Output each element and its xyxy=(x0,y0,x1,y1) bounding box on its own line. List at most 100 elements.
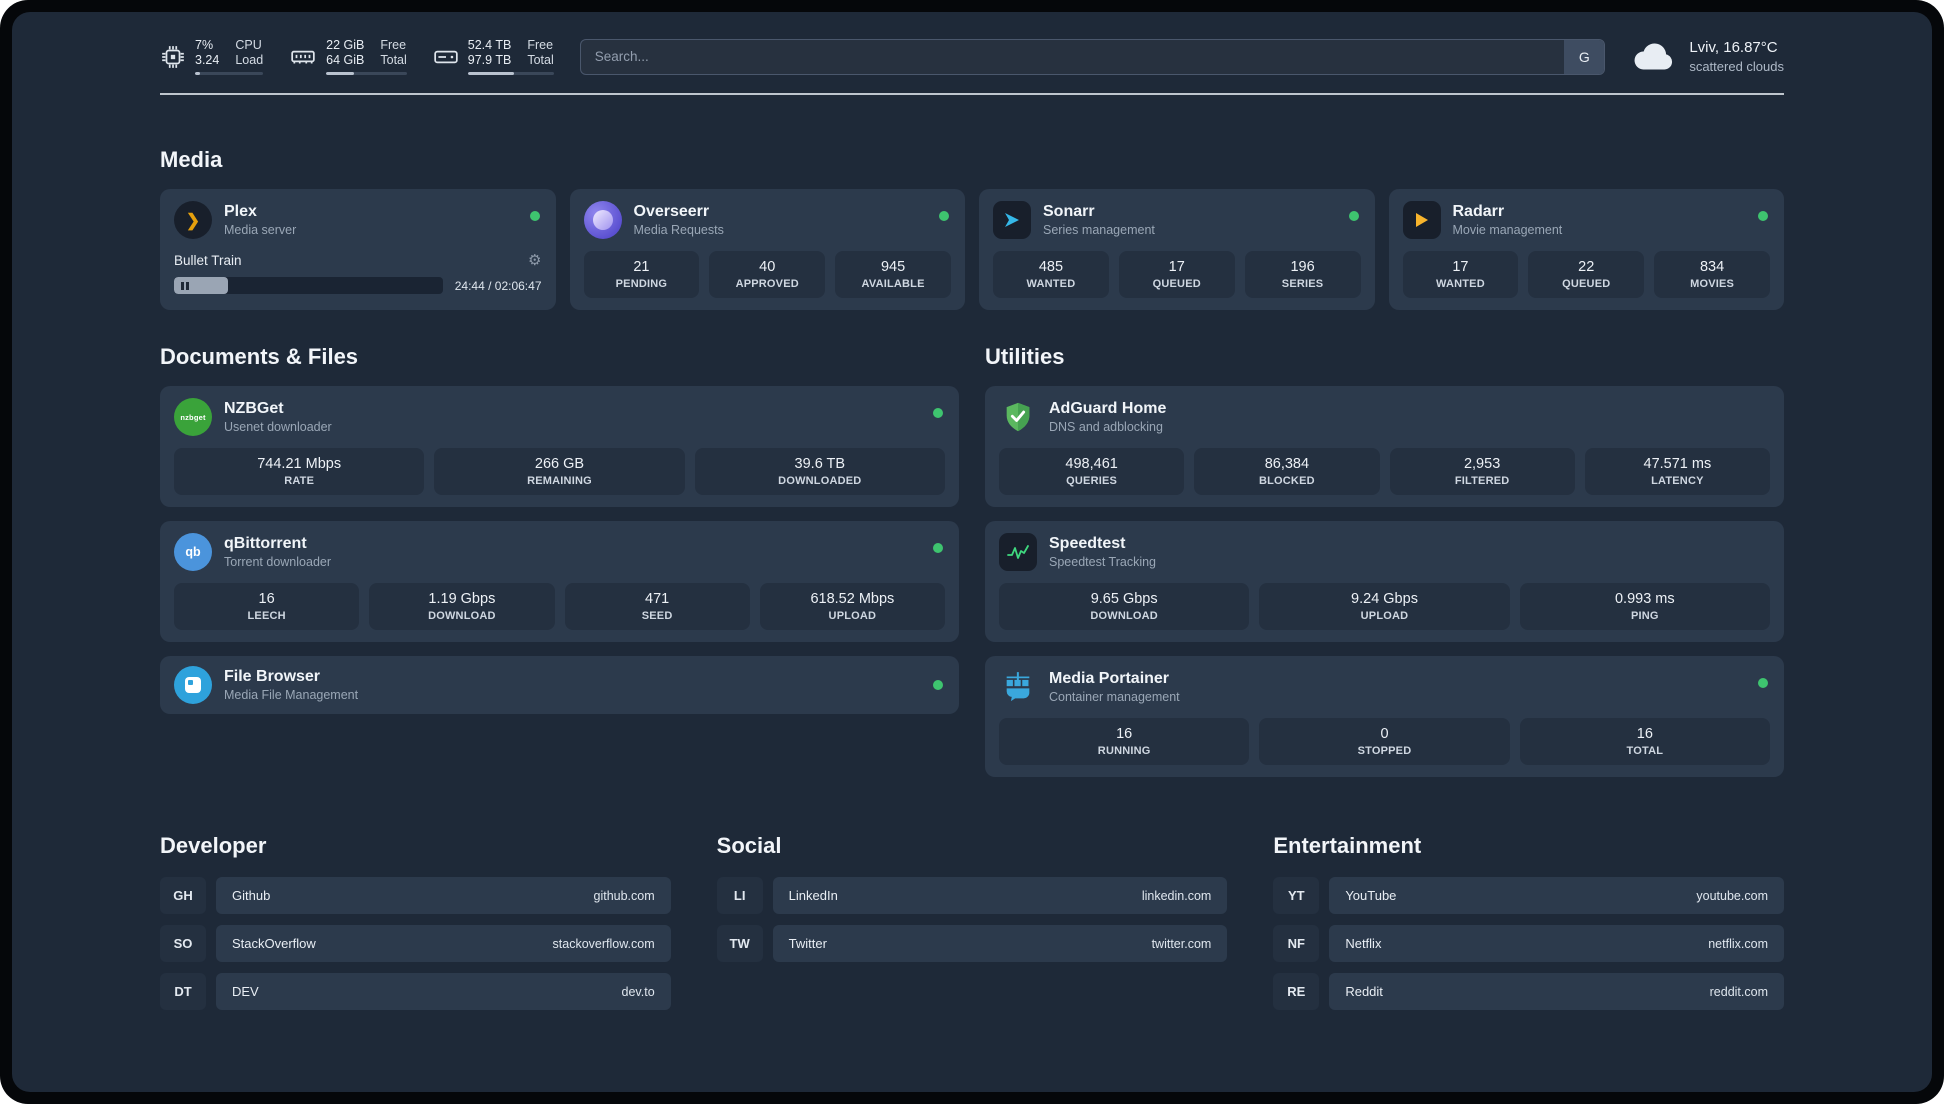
stat-label: REMAINING xyxy=(527,475,592,487)
stat-tile: 0 STOPPED xyxy=(1259,718,1510,765)
app-card-plex[interactable]: ❯ Plex Media server Bullet Train ⚙ 24:44… xyxy=(160,189,556,310)
stat-label: WANTED xyxy=(1026,278,1076,290)
cpu-percent: 7% xyxy=(195,38,214,52)
app-card-adguard[interactable]: AdGuard Home DNS and adblocking 498,461 … xyxy=(985,386,1784,507)
app-subtitle: Container management xyxy=(1049,690,1180,704)
bookmark-name: Netflix xyxy=(1345,936,1382,951)
stat-value: 16 xyxy=(258,591,275,607)
stat-value: 9.65 Gbps xyxy=(1090,591,1158,607)
bookmark-name: StackOverflow xyxy=(232,936,316,951)
stat-value: 196 xyxy=(1290,259,1315,275)
disk-label-bottom: Total xyxy=(527,53,554,67)
app-subtitle: Media File Management xyxy=(224,688,359,702)
bookmark-abbr: DT xyxy=(160,973,206,1010)
status-dot xyxy=(1758,211,1768,221)
bookmark-reddit[interactable]: RE Reddit reddit.com xyxy=(1273,973,1784,1010)
stat-tile: 498,461 QUERIES xyxy=(999,448,1185,495)
stat-label: PENDING xyxy=(615,278,668,290)
sonarr-icon xyxy=(993,201,1031,239)
bookmark-name: Reddit xyxy=(1345,984,1383,999)
bookmark-url: dev.to xyxy=(621,984,655,999)
stat-tile: 16 LEECH xyxy=(174,583,360,630)
utilities-section-title: Utilities xyxy=(985,344,1065,369)
app-name: File Browser xyxy=(224,668,321,685)
radarr-icon xyxy=(1402,201,1441,239)
cpu-icon xyxy=(162,45,184,68)
app-card-qbittorrent[interactable]: qb qBittorrent Torrent downloader 16 LEE… xyxy=(160,521,959,642)
bookmark-youtube[interactable]: YT YouTube youtube.com xyxy=(1273,877,1784,914)
bookmark-netflix[interactable]: NF Netflix netflix.com xyxy=(1273,925,1784,962)
bookmark-abbr: YT xyxy=(1273,877,1320,914)
portainer-whale-icon xyxy=(999,668,1037,706)
stat-label: SEED xyxy=(641,610,673,622)
search-input[interactable] xyxy=(579,38,1606,75)
status-dot xyxy=(1348,211,1359,221)
stat-label: UPLOAD xyxy=(1360,610,1409,622)
ram-icon xyxy=(291,50,315,63)
stat-value: 39.6 TB xyxy=(794,456,846,472)
media-section-title: Media xyxy=(160,147,223,172)
bookmark-url: linkedin.com xyxy=(1141,888,1212,903)
entertainment-section-title: Entertainment xyxy=(1273,833,1422,858)
bookmark-url: youtube.com xyxy=(1696,888,1768,903)
app-card-overseerr[interactable]: Overseerr Media Requests 21 PENDING 40 A… xyxy=(569,189,965,310)
bookmark-link: Twitter twitter.com xyxy=(772,925,1228,962)
search-engine-button[interactable]: G xyxy=(1564,39,1605,74)
app-subtitle: Torrent downloader xyxy=(224,555,332,569)
app-card-speedtest[interactable]: Speedtest Speedtest Tracking 9.65 Gbps D… xyxy=(985,521,1784,642)
bookmark-linkedin[interactable]: LI LinkedIn linkedin.com xyxy=(716,877,1228,914)
bookmark-dev[interactable]: DT DEV dev.to xyxy=(160,973,671,1010)
pause-icon[interactable] xyxy=(181,281,184,290)
bookmark-name: LinkedIn xyxy=(788,888,838,903)
bookmark-link: Reddit reddit.com xyxy=(1329,973,1784,1010)
ram-label-bottom: Total xyxy=(380,53,407,67)
status-dot xyxy=(933,408,943,418)
status-dot xyxy=(933,680,943,690)
weather-widget: Lviv, 16.87°C scattered clouds xyxy=(1631,39,1784,74)
stat-tile: 47.571 ms LATENCY xyxy=(1584,448,1770,495)
cloud-icon xyxy=(1634,42,1673,69)
stat-tile: 945 AVAILABLE xyxy=(835,251,951,298)
bookmark-stackoverflow[interactable]: SO StackOverflow stackoverflow.com xyxy=(160,925,671,962)
stat-label: SERIES xyxy=(1281,278,1324,290)
stat-value: 16 xyxy=(1636,726,1653,742)
app-name: Radarr xyxy=(1452,203,1505,220)
cpu-metric: 7% CPU 3.24 Load xyxy=(160,38,264,75)
app-card-nzbget[interactable]: nzbget NZBGet Usenet downloader 744.21 M… xyxy=(160,386,959,507)
stat-tile: 86,384 BLOCKED xyxy=(1194,448,1380,495)
stat-label: APPROVED xyxy=(735,278,799,290)
qbittorrent-icon: qb xyxy=(174,533,212,571)
bookmark-link: DEV dev.to xyxy=(216,973,671,1010)
status-dot xyxy=(933,543,943,553)
section-social: Social LI LinkedIn linkedin.com TW Twitt… xyxy=(716,833,1228,962)
documents-section-title: Documents & Files xyxy=(160,344,359,369)
now-playing-title: Bullet Train xyxy=(174,252,242,268)
bookmark-abbr: NF xyxy=(1273,925,1320,962)
stat-value: 834 xyxy=(1699,259,1725,275)
top-bar: 7% CPU 3.24 Load 22 GiB Free 64 GiB Tota… xyxy=(160,38,1784,75)
stat-tile: 744.21 Mbps RATE xyxy=(174,448,425,495)
speedtest-graph-icon xyxy=(999,533,1037,571)
stat-tile: 40 APPROVED xyxy=(709,251,826,298)
bookmark-abbr: GH xyxy=(160,877,206,914)
stat-label: DOWNLOAD xyxy=(428,610,496,622)
app-card-sonarr[interactable]: Sonarr Series management 485 WANTED 17 Q… xyxy=(979,189,1375,310)
playback-progress-bar[interactable] xyxy=(174,277,443,294)
bookmark-twitter[interactable]: TW Twitter twitter.com xyxy=(716,925,1228,962)
section-documents: Documents & Files nzbget NZBGet Usenet d… xyxy=(160,344,959,714)
stat-label: AVAILABLE xyxy=(861,278,925,290)
cpu-progress-bar xyxy=(195,72,264,75)
stat-tile: 9.65 Gbps DOWNLOAD xyxy=(999,583,1250,630)
stat-label: DOWNLOADED xyxy=(778,475,862,487)
bookmark-github[interactable]: GH Github github.com xyxy=(160,877,671,914)
app-card-portainer[interactable]: Media Portainer Container management 16 … xyxy=(985,656,1784,777)
app-card-radarr[interactable]: Radarr Movie management 17 WANTED 22 QUE… xyxy=(1388,189,1784,310)
gear-icon[interactable]: ⚙ xyxy=(528,251,541,269)
status-dot xyxy=(529,211,540,221)
app-subtitle: Speedtest Tracking xyxy=(1049,555,1157,569)
app-card-filebrowser[interactable]: File Browser Media File Management xyxy=(160,656,959,714)
app-name: AdGuard Home xyxy=(1049,400,1167,417)
stat-value: 618.52 Mbps xyxy=(810,591,895,607)
bookmark-url: twitter.com xyxy=(1151,936,1212,951)
stat-label: QUERIES xyxy=(1066,475,1118,487)
